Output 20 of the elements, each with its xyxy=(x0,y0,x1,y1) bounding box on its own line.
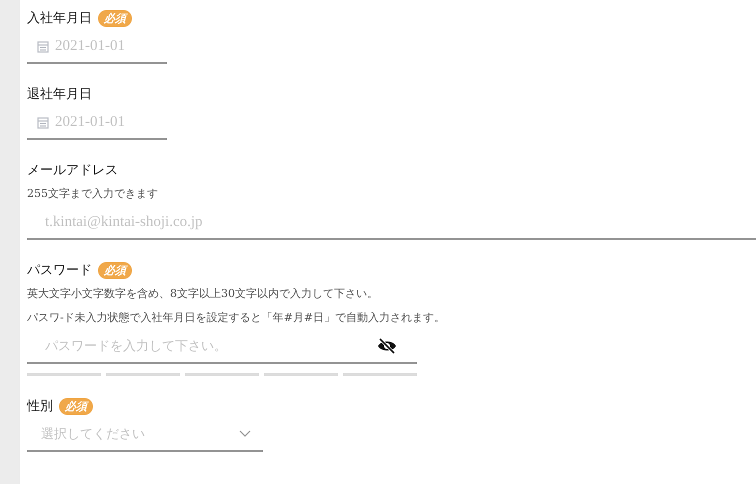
date-field[interactable]: 2021-01-01 xyxy=(27,30,167,64)
hint-text: 英大文字小文字数字を含め、8文字以上30文字以内で入力して下さい。 xyxy=(27,286,379,302)
calendar-icon xyxy=(37,40,49,52)
required-badge: 必須 xyxy=(59,398,93,414)
field-label: メールアドレス xyxy=(27,162,118,179)
field-label: 退社年月日 xyxy=(27,86,92,103)
field-label: 性別 xyxy=(27,398,53,415)
required-badge: 必須 xyxy=(98,262,132,278)
select-field[interactable]: 選択してください xyxy=(27,418,263,452)
field-label: パスワード xyxy=(27,262,92,279)
hint-text: パスワ-ド未入力状態で入社年月日を設定すると「年#月#日」で自動入力されます。 xyxy=(27,310,446,326)
eye-slash-icon[interactable] xyxy=(377,338,397,354)
calendar-icon xyxy=(37,116,49,128)
hint-text: 255文字まで入力できます xyxy=(27,186,159,202)
password-field[interactable]: パスワードを入力して下さい。 xyxy=(27,330,417,364)
date-field[interactable]: 2021-01-01 xyxy=(27,106,167,140)
chevron-down-icon xyxy=(239,430,251,438)
field-label: 入社年月日 xyxy=(27,10,92,27)
email-field[interactable]: t.kintai@kintai-shoji.co.jp xyxy=(27,206,756,240)
required-badge: 必須 xyxy=(98,10,132,26)
